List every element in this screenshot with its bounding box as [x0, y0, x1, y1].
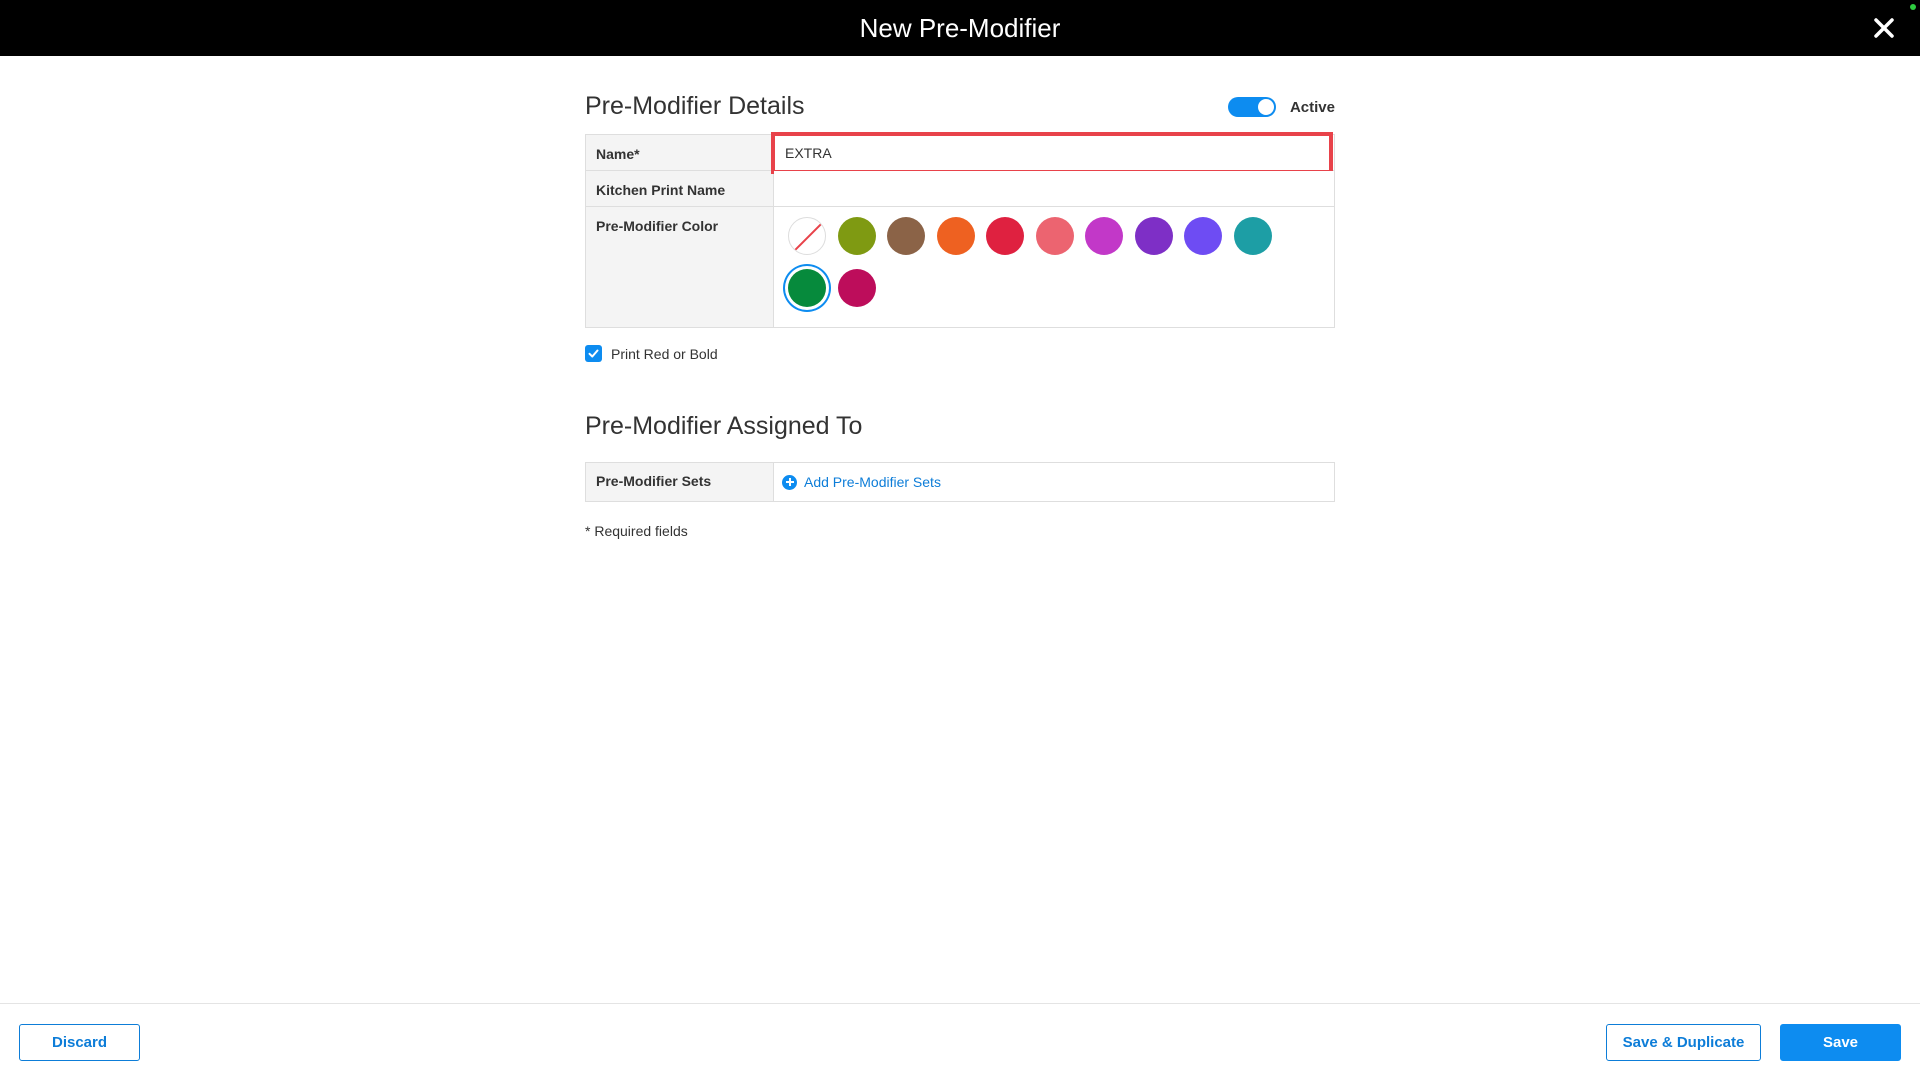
pre-modifier-sets-row: Pre-Modifier Sets Add Pre-Modifier Sets [586, 463, 1334, 501]
color-swatches [788, 217, 1328, 321]
color-swatch-none[interactable] [788, 217, 826, 255]
status-indicator [1910, 4, 1916, 10]
color-swatch-violet[interactable] [1184, 217, 1222, 255]
name-value-cell [771, 132, 1334, 174]
color-row: Pre-Modifier Color [586, 207, 1334, 327]
kitchen-print-name-input[interactable] [774, 171, 1334, 206]
pre-modifier-sets-cell: Add Pre-Modifier Sets [774, 463, 1334, 501]
color-swatch-purple[interactable] [1134, 217, 1173, 255]
active-label: Active [1289, 98, 1335, 116]
details-section-title: Pre-Modifier Details [585, 92, 805, 120]
plus-circle-icon[interactable] [782, 474, 797, 490]
name-input[interactable] [771, 132, 1333, 174]
color-swatch-brown[interactable] [887, 217, 925, 255]
save-button[interactable]: Save [1780, 1024, 1901, 1061]
details-form-table: Name* Kitchen Print Name Pre-Modifier Co… [585, 132, 1335, 328]
kitchen-print-name-row: Kitchen Print Name [586, 171, 1334, 207]
active-toggle[interactable] [1227, 97, 1276, 117]
color-swatch-salmon[interactable] [1035, 217, 1074, 255]
active-toggle-group[interactable]: Active [1227, 96, 1335, 118]
add-pre-modifier-sets-text[interactable]: Add Pre-Modifier Sets [804, 474, 941, 490]
dialog-title: New Pre-Modifier [859, 13, 1061, 43]
save-and-duplicate-button[interactable]: Save & Duplicate [1606, 1024, 1761, 1061]
required-fields-note: * Required fields [585, 523, 688, 539]
print-red-bold-label: Print Red or Bold [611, 345, 718, 362]
close-button[interactable] [1868, 12, 1900, 44]
color-swatch-olive[interactable] [837, 217, 876, 255]
print-red-bold-checkbox[interactable] [585, 345, 602, 362]
color-swatch-red[interactable] [986, 217, 1024, 255]
assigned-section-title: Pre-Modifier Assigned To [585, 412, 863, 440]
add-pre-modifier-sets-link[interactable]: Add Pre-Modifier Sets [782, 474, 941, 490]
kitchen-print-name-label: Kitchen Print Name [586, 171, 774, 206]
assigned-form-table: Pre-Modifier Sets Add Pre-Modifier Sets [585, 462, 1335, 502]
color-label: Pre-Modifier Color [586, 207, 774, 327]
color-swatch-orange[interactable] [936, 217, 975, 255]
print-red-bold-option[interactable]: Print Red or Bold [585, 345, 718, 362]
color-swatch-crimson[interactable] [837, 269, 876, 307]
color-cell [774, 207, 1334, 327]
toggle-knob [1257, 99, 1274, 115]
color-swatch-teal[interactable] [1233, 217, 1272, 255]
close-icon[interactable] [1868, 12, 1900, 44]
color-swatch-magenta[interactable] [1085, 217, 1123, 255]
details-header: Pre-Modifier Details Active [585, 86, 1335, 128]
checkmark-icon [588, 349, 599, 358]
kitchen-print-name-cell [774, 171, 1334, 206]
name-label: Name* [586, 135, 774, 170]
name-row: Name* [586, 132, 1334, 174]
discard-button[interactable]: Discard [19, 1024, 140, 1061]
top-bar: New Pre-Modifier [0, 0, 1920, 56]
color-swatch-green[interactable] [788, 269, 826, 307]
pre-modifier-sets-label: Pre-Modifier Sets [586, 463, 774, 501]
footer-bar: Discard Save & Duplicate Save [0, 1003, 1920, 1080]
